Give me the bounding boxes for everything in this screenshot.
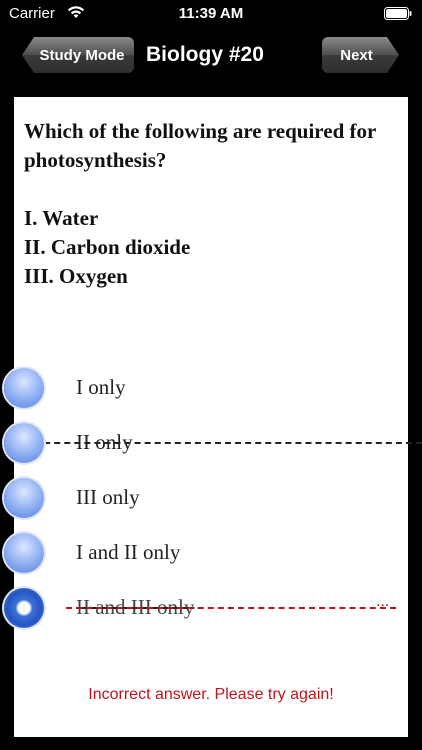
question-item: III. Oxygen [24,264,128,288]
status-bar: Carrier 11:39 AM [0,0,422,30]
answer-option-2[interactable]: II only [0,420,400,470]
question-text: Which of the following are required for … [24,117,402,291]
next-button[interactable]: Next [322,37,399,73]
answer-option-4[interactable]: I and II only [0,530,400,580]
study-mode-button[interactable]: Study Mode [22,37,134,73]
battery-icon [384,7,412,20]
answer-option-5[interactable]: II and III only ... [0,585,400,635]
radio-button[interactable] [4,478,44,518]
question-card: Which of the following are required for … [4,97,422,737]
option-label: I and II only [76,540,181,564]
option-label: III only [76,485,140,509]
page-title: Biology #20 [146,43,264,66]
ellipsis: ... [376,593,390,610]
option-label: I only [76,375,126,399]
question-item: II. Carbon dioxide [24,235,191,259]
answer-option-3[interactable]: III only [0,475,400,525]
clock: 11:39 AM [178,5,244,22]
question-item: I. Water [24,206,99,230]
option-label: II only [76,430,133,454]
wrong-answer-strike [66,607,396,609]
radio-button-selected[interactable] [4,588,44,628]
navigation-bar: Study Mode Biology #20 Next [0,30,422,86]
feedback-message: Incorrect answer. Please try again! [88,686,334,703]
radio-button[interactable] [4,368,44,408]
answer-option-1[interactable]: I only [0,365,400,415]
question-prompt: Which of the following are required for … [24,119,376,172]
radio-button[interactable] [4,423,44,463]
radio-button[interactable] [4,533,44,573]
